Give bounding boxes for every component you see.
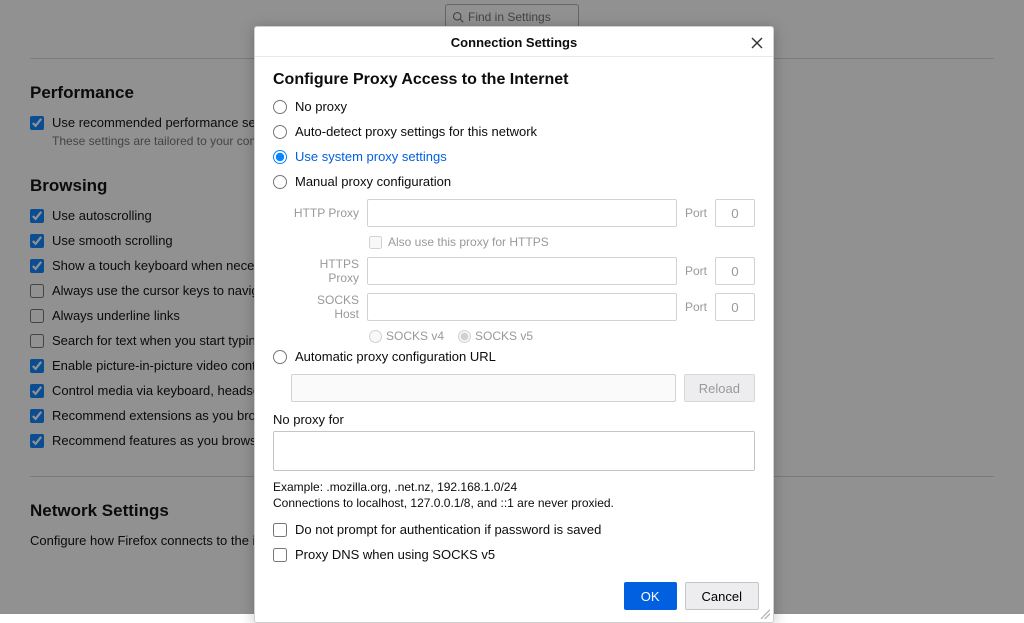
socks-v5-radio[interactable]: [458, 330, 471, 343]
manual-radio[interactable]: [273, 175, 287, 189]
proxy-dns-checkbox[interactable]: [273, 548, 287, 562]
auto-detect-radio[interactable]: [273, 125, 287, 139]
close-button[interactable]: [747, 33, 767, 53]
socks-v5-label: SOCKS v5: [475, 329, 533, 343]
no-prompt-auth-checkbox[interactable]: [273, 523, 287, 537]
https-proxy-input[interactable]: [367, 257, 677, 285]
socks-host-input[interactable]: [367, 293, 677, 321]
also-https-label: Also use this proxy for HTTPS: [388, 235, 549, 249]
also-https-checkbox[interactable]: [369, 236, 382, 249]
dialog-heading: Configure Proxy Access to the Internet: [273, 71, 755, 89]
cancel-button[interactable]: Cancel: [685, 582, 759, 610]
reload-button[interactable]: Reload: [684, 374, 755, 402]
socks-port-input[interactable]: [715, 293, 755, 321]
socks-v4-radio[interactable]: [369, 330, 382, 343]
auto-url-radio[interactable]: [273, 350, 287, 364]
auto-url-label: Automatic proxy configuration URL: [295, 349, 496, 364]
resize-grip-icon[interactable]: [760, 609, 770, 619]
http-proxy-input[interactable]: [367, 199, 677, 227]
auto-detect-label: Auto-detect proxy settings for this netw…: [295, 124, 537, 139]
https-port-input[interactable]: [715, 257, 755, 285]
socks-host-label: SOCKS Host: [291, 293, 363, 321]
ok-button[interactable]: OK: [624, 582, 677, 610]
close-icon: [751, 37, 763, 49]
dialog-title: Connection Settings: [451, 35, 577, 50]
socks-v4-label: SOCKS v4: [386, 329, 444, 343]
manual-proxy-fields: HTTP Proxy Port Also use this proxy for …: [291, 199, 755, 343]
use-system-label: Use system proxy settings: [295, 149, 447, 164]
http-port-input[interactable]: [715, 199, 755, 227]
pac-url-input[interactable]: [291, 374, 676, 402]
http-port-label: Port: [681, 206, 711, 220]
proxy-dns-label: Proxy DNS when using SOCKS v5: [295, 547, 495, 562]
no-proxy-example: Example: .mozilla.org, .net.nz, 192.168.…: [273, 480, 755, 494]
manual-label: Manual proxy configuration: [295, 174, 451, 189]
no-proxy-for-label: No proxy for: [273, 412, 755, 427]
https-port-label: Port: [681, 264, 711, 278]
no-proxy-note: Connections to localhost, 127.0.0.1/8, a…: [273, 496, 755, 510]
use-system-radio[interactable]: [273, 150, 287, 164]
https-proxy-label: HTTPS Proxy: [291, 257, 363, 285]
connection-settings-dialog: Connection Settings Configure Proxy Acce…: [254, 26, 774, 623]
no-proxy-label: No proxy: [295, 99, 347, 114]
dialog-header: Connection Settings: [255, 27, 773, 57]
no-prompt-auth-label: Do not prompt for authentication if pass…: [295, 522, 601, 537]
no-proxy-for-textarea[interactable]: [273, 431, 755, 471]
socks-port-label: Port: [681, 300, 711, 314]
http-proxy-label: HTTP Proxy: [291, 206, 363, 220]
no-proxy-radio[interactable]: [273, 100, 287, 114]
